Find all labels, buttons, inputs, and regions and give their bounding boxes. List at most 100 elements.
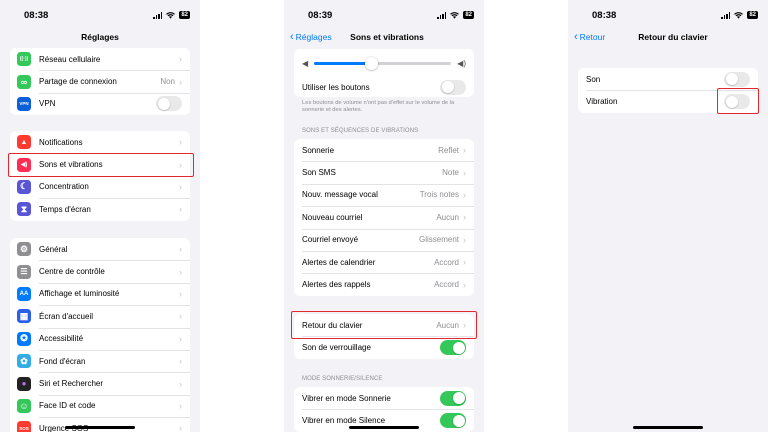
- settings-row-siri[interactable]: ● Siri et Rechercher ›: [10, 372, 190, 394]
- settings-row-hotspot[interactable]: ∞ Partage de connexion Non ›: [10, 70, 190, 92]
- sounds-row-sms[interactable]: Son SMS Note ›: [294, 161, 474, 183]
- sounds-group: Sonnerie Reflet › Son SMS Note › Nouv. m…: [294, 139, 474, 296]
- row-label: Alertes des rappels: [302, 280, 371, 290]
- vibrate-ring-toggle[interactable]: [440, 390, 466, 406]
- row-label: Courriel envoyé: [302, 235, 359, 245]
- row-label: Nouv. message vocal: [302, 190, 378, 200]
- chevron-right-icon: ›: [179, 266, 182, 277]
- sound-toggle[interactable]: [724, 71, 750, 87]
- battery-icon: 82: [179, 11, 190, 19]
- row-value: Trois notes: [419, 190, 459, 200]
- page-title: Sons et vibrations: [350, 32, 424, 42]
- settings-row-general[interactable]: ⚙ Général ›: [10, 238, 190, 260]
- row-label: Général: [39, 244, 68, 254]
- chevron-right-icon: ›: [179, 400, 182, 411]
- status-time: 08:38: [24, 10, 49, 21]
- wifi-icon: [734, 11, 744, 19]
- status-bar: 08:38 82: [568, 0, 768, 30]
- vibration-toggle[interactable]: [724, 94, 750, 110]
- settings-row-display[interactable]: AA Affichage et luminosité ›: [10, 282, 190, 305]
- vpn-toggle[interactable]: [156, 96, 182, 112]
- text-size-icon: AA: [17, 286, 31, 301]
- volume-thumb[interactable]: [365, 56, 379, 70]
- row-value: Note: [442, 168, 459, 178]
- accessibility-icon: ✪: [17, 331, 31, 346]
- back-button[interactable]: ‹ Réglages: [290, 31, 332, 43]
- home-indicator: [65, 426, 135, 429]
- settings-row-cellular[interactable]: ((·)) Réseau cellulaire ›: [10, 48, 190, 70]
- section-header-sounds: SONS ET SÉQUENCES DE VIBRATIONS: [302, 128, 419, 134]
- use-buttons-toggle[interactable]: [440, 79, 466, 95]
- row-label: Alertes de calendrier: [302, 257, 376, 267]
- switches-icon: ☰: [17, 264, 31, 279]
- chevron-right-icon: ›: [179, 356, 182, 367]
- face-id-icon: ☺: [17, 398, 31, 413]
- chevron-right-icon: ›: [179, 423, 182, 432]
- row-label: Sonnerie: [302, 145, 335, 155]
- chevron-right-icon: ›: [463, 212, 466, 223]
- chevron-right-icon: ›: [463, 320, 466, 331]
- row-label: Sons et vibrations: [39, 160, 103, 170]
- back-button[interactable]: ‹ Retour: [574, 31, 605, 43]
- wifi-icon: [450, 11, 460, 19]
- chevron-right-icon: ›: [179, 333, 182, 344]
- antenna-icon: ((·)): [17, 52, 31, 67]
- row-label: Écran d'accueil: [39, 311, 93, 321]
- row-label: Utiliser les boutons: [302, 82, 370, 92]
- row-label: Partage de connexion: [39, 77, 117, 87]
- chevron-right-icon: ›: [463, 234, 466, 245]
- settings-row-control-center[interactable]: ☰ Centre de contrôle ›: [10, 260, 190, 282]
- settings-row-notifications[interactable]: ▲ Notifications ›: [10, 131, 190, 153]
- battery-icon: 82: [747, 11, 758, 19]
- sounds-row-new-mail[interactable]: Nouveau courriel Aucun ›: [294, 206, 474, 228]
- page-title: Réglages: [81, 32, 119, 42]
- settings-row-wallpaper[interactable]: ✿ Fond d'écran ›: [10, 349, 190, 372]
- section-header-mode: MODE SONNERIE/SILENCE: [302, 376, 383, 382]
- battery-icon: 82: [463, 11, 474, 19]
- chevron-left-icon: ‹: [290, 31, 294, 43]
- sounds-row-ringtone[interactable]: Sonnerie Reflet ›: [294, 139, 474, 161]
- use-buttons-note: Les boutons de volume n'ont pas d'effet …: [302, 100, 455, 113]
- row-label: Son SMS: [302, 168, 336, 178]
- settings-row-focus[interactable]: ☾ Concentration ›: [10, 175, 190, 198]
- chevron-right-icon: ›: [179, 181, 182, 192]
- chevron-right-icon: ›: [179, 76, 182, 87]
- settings-row-home-screen[interactable]: ▦ Écran d'accueil ›: [10, 305, 190, 327]
- settings-row-screen-time[interactable]: ⧗ Temps d'écran ›: [10, 198, 190, 220]
- settings-row-sos[interactable]: SOS Urgence SOS ›: [10, 417, 190, 432]
- keyboard-feedback-row[interactable]: Retour du clavier Aucun ›: [294, 314, 474, 336]
- row-value: Aucun: [436, 320, 459, 330]
- moon-icon: ☾: [17, 179, 31, 194]
- row-value: Aucun: [436, 212, 459, 222]
- settings-row-face-id[interactable]: ☺ Face ID et code ›: [10, 394, 190, 417]
- chevron-right-icon: ›: [463, 189, 466, 200]
- chevron-left-icon: ‹: [574, 31, 578, 43]
- chevron-right-icon: ›: [463, 279, 466, 290]
- sounds-row-voicemail[interactable]: Nouv. message vocal Trois notes ›: [294, 183, 474, 206]
- row-label: Vibrer en mode Sonnerie: [302, 393, 391, 403]
- row-label: Notifications: [39, 137, 83, 147]
- screenshot-collage: 08:38 82 Réglages ((·)) Réseau cellulair…: [0, 0, 768, 432]
- vibrate-silent-toggle[interactable]: [440, 413, 466, 429]
- sounds-row-calendar[interactable]: Alertes de calendrier Accord ›: [294, 250, 474, 273]
- row-label: Vibrer en mode Silence: [302, 416, 386, 426]
- row-value: Accord: [434, 280, 459, 290]
- row-label: Centre de contrôle: [39, 267, 105, 277]
- sounds-row-reminders[interactable]: Alertes des rappels Accord ›: [294, 273, 474, 295]
- volume-group: ◀ ◀) Utiliser les boutons: [294, 49, 474, 97]
- feedback-group: Son Vibration: [578, 68, 758, 113]
- lock-sound-toggle[interactable]: [440, 340, 466, 356]
- home-indicator: [633, 426, 703, 429]
- row-label: Fond d'écran: [39, 356, 86, 366]
- status-bar: 08:39 82: [284, 0, 484, 30]
- grid-icon: ▦: [17, 309, 31, 324]
- sounds-row-sent-mail[interactable]: Courriel envoyé Glissement ›: [294, 228, 474, 251]
- sound-row: Son: [578, 68, 758, 90]
- chevron-right-icon: ›: [179, 159, 182, 170]
- keyboard-group: Retour du clavier Aucun › Son de verroui…: [294, 314, 474, 359]
- sos-icon: SOS: [17, 421, 31, 432]
- row-label: Face ID et code: [39, 401, 96, 411]
- settings-row-accessibility[interactable]: ✪ Accessibilité ›: [10, 327, 190, 350]
- settings-row-sounds[interactable]: ◀) Sons et vibrations ›: [10, 153, 190, 175]
- volume-slider[interactable]: [314, 56, 452, 70]
